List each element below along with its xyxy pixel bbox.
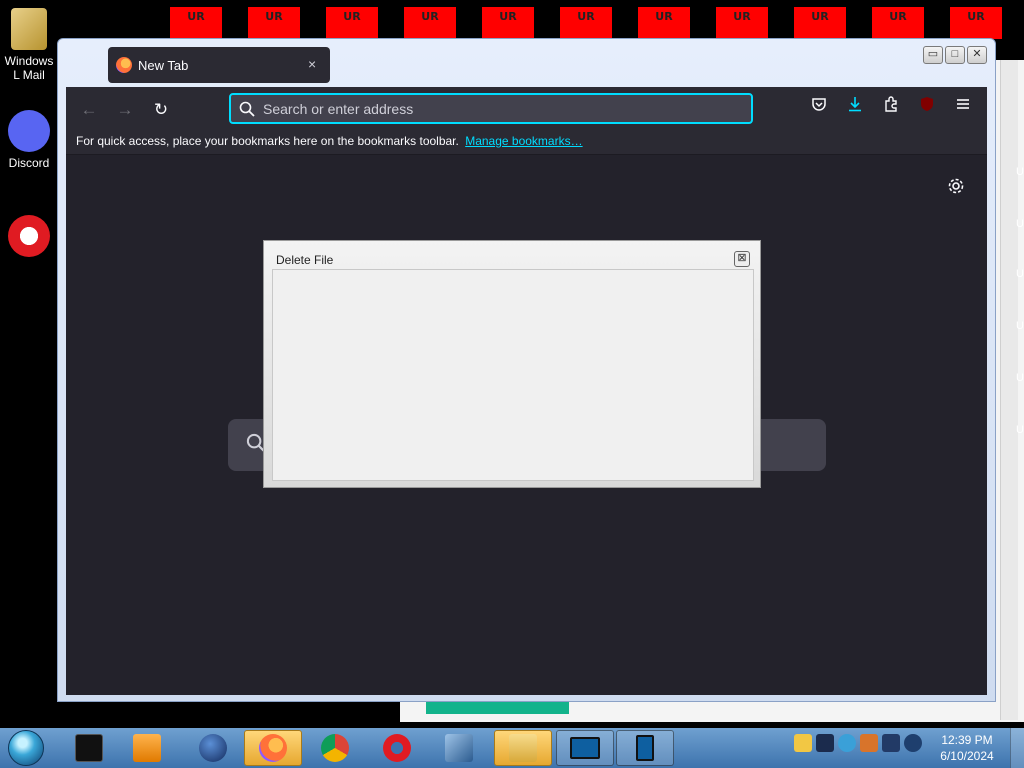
tab-title: New Tab bbox=[138, 57, 189, 73]
firefox-tab-icon bbox=[116, 57, 132, 73]
pocket-icon[interactable] bbox=[806, 95, 832, 121]
forward-button[interactable]: → bbox=[112, 97, 138, 123]
ur-tile[interactable]: UR bbox=[326, 7, 378, 39]
opera-desktop-icon bbox=[8, 215, 50, 257]
discord-icon bbox=[8, 110, 50, 152]
bookmarks-toolbar: For quick access, place your bookmarks h… bbox=[66, 131, 987, 155]
ur-tile[interactable]: UR bbox=[716, 7, 768, 39]
ur-tile[interactable]: UR bbox=[638, 7, 690, 39]
chrome-icon bbox=[321, 734, 349, 762]
background-letter: U bbox=[1016, 424, 1024, 436]
ur-tile[interactable]: UR bbox=[872, 7, 924, 39]
desktop-icon-label: Discord bbox=[8, 156, 50, 170]
background-letter: U bbox=[1016, 320, 1024, 332]
tab-close-icon[interactable]: × bbox=[308, 56, 322, 74]
globe-icon bbox=[199, 734, 227, 762]
taskbar-app-virtualbox[interactable] bbox=[430, 730, 488, 766]
taskbar-app-chrome[interactable] bbox=[306, 730, 364, 766]
background-progress-bar bbox=[426, 700, 569, 714]
bookmarks-hint: For quick access, place your bookmarks h… bbox=[76, 134, 459, 148]
taskbar-app-file-explorer[interactable] bbox=[494, 730, 552, 766]
background-letter: U bbox=[1016, 218, 1024, 230]
desktop-icon-mail[interactable]: Windows L Mail bbox=[0, 8, 58, 82]
ur-tile[interactable]: UR bbox=[482, 7, 534, 39]
window-icon bbox=[636, 735, 654, 761]
extensions-icon[interactable] bbox=[878, 95, 904, 121]
desktop-icon-opera[interactable] bbox=[0, 215, 58, 261]
tray-app-icon[interactable] bbox=[860, 734, 878, 752]
taskbar-window-1[interactable] bbox=[556, 730, 614, 766]
opera-icon bbox=[383, 734, 411, 762]
close-window-button[interactable]: ✕ bbox=[967, 46, 987, 64]
taskbar-app-opera[interactable] bbox=[368, 730, 426, 766]
show-desktop-button[interactable] bbox=[1010, 728, 1024, 768]
background-letter: U bbox=[1016, 166, 1024, 178]
desktop-icon-discord[interactable]: Discord bbox=[0, 110, 58, 170]
ur-tile[interactable]: UR bbox=[170, 7, 222, 39]
taskbar-window-2[interactable] bbox=[616, 730, 674, 766]
taskbar: 12:39 PM 6/10/2024 bbox=[0, 728, 1024, 768]
clock-time: 12:39 PM bbox=[941, 733, 993, 747]
tab-new-tab[interactable]: New Tab × bbox=[108, 47, 330, 83]
tray-network-icon[interactable] bbox=[816, 734, 834, 752]
terminal-icon bbox=[75, 734, 103, 762]
back-button[interactable]: ← bbox=[76, 97, 102, 123]
clock-date: 6/10/2024 bbox=[940, 749, 994, 763]
desktop-icon-label: Windows L Mail bbox=[4, 54, 54, 82]
tray-drive-icon[interactable] bbox=[794, 734, 812, 752]
folder-icon bbox=[509, 734, 537, 762]
start-button[interactable] bbox=[8, 730, 44, 766]
media-player-icon bbox=[133, 734, 161, 762]
search-icon bbox=[239, 101, 255, 117]
dialog-body bbox=[272, 269, 754, 481]
window-icon bbox=[570, 737, 600, 759]
ur-tile[interactable]: UR bbox=[950, 7, 1002, 39]
firefox-icon bbox=[259, 734, 287, 762]
ur-tile[interactable]: UR bbox=[794, 7, 846, 39]
taskbar-clock[interactable]: 12:39 PM 6/10/2024 bbox=[932, 732, 1002, 764]
ur-tile[interactable]: UR bbox=[560, 7, 612, 39]
virtualbox-icon bbox=[445, 734, 473, 762]
tray-edge-icon[interactable] bbox=[838, 734, 856, 752]
ur-tile[interactable]: UR bbox=[404, 7, 456, 39]
ur-tile-row: UR UR UR UR UR UR UR UR UR UR UR bbox=[0, 0, 1024, 40]
ublock-icon[interactable] bbox=[914, 95, 940, 121]
reload-button[interactable]: ↻ bbox=[148, 97, 174, 123]
taskbar-app-globe[interactable] bbox=[184, 730, 242, 766]
system-tray bbox=[794, 734, 922, 752]
background-letter: U bbox=[1016, 268, 1024, 280]
ur-tile[interactable]: UR bbox=[248, 7, 300, 39]
tray-monitor-icon[interactable] bbox=[882, 734, 900, 752]
minimize-button[interactable]: ▭ bbox=[923, 46, 943, 64]
delete-file-dialog: Delete File ⊠ bbox=[263, 240, 761, 488]
address-input[interactable] bbox=[255, 100, 751, 117]
dialog-title: Delete File bbox=[276, 253, 334, 267]
gear-icon[interactable] bbox=[947, 177, 965, 200]
manage-bookmarks-link[interactable]: Manage bookmarks… bbox=[465, 134, 582, 148]
taskbar-app-media-player[interactable] bbox=[118, 730, 176, 766]
background-letter: U bbox=[1016, 372, 1024, 384]
background-scrollbar[interactable] bbox=[1000, 60, 1018, 720]
taskbar-app-terminal[interactable] bbox=[60, 730, 118, 766]
address-bar[interactable] bbox=[229, 93, 753, 124]
taskbar-app-firefox[interactable] bbox=[244, 730, 302, 766]
windows-live-mail-icon bbox=[11, 8, 47, 50]
menu-icon[interactable] bbox=[950, 95, 976, 121]
window-controls: ▭ □ ✕ bbox=[923, 46, 987, 64]
browser-toolbar: ← → ↻ For quick access, place your bookm… bbox=[66, 87, 987, 155]
download-icon[interactable] bbox=[842, 95, 868, 121]
maximize-button[interactable]: □ bbox=[945, 46, 965, 64]
tray-volume-icon[interactable] bbox=[904, 734, 922, 752]
dialog-close-button[interactable]: ⊠ bbox=[734, 251, 750, 267]
